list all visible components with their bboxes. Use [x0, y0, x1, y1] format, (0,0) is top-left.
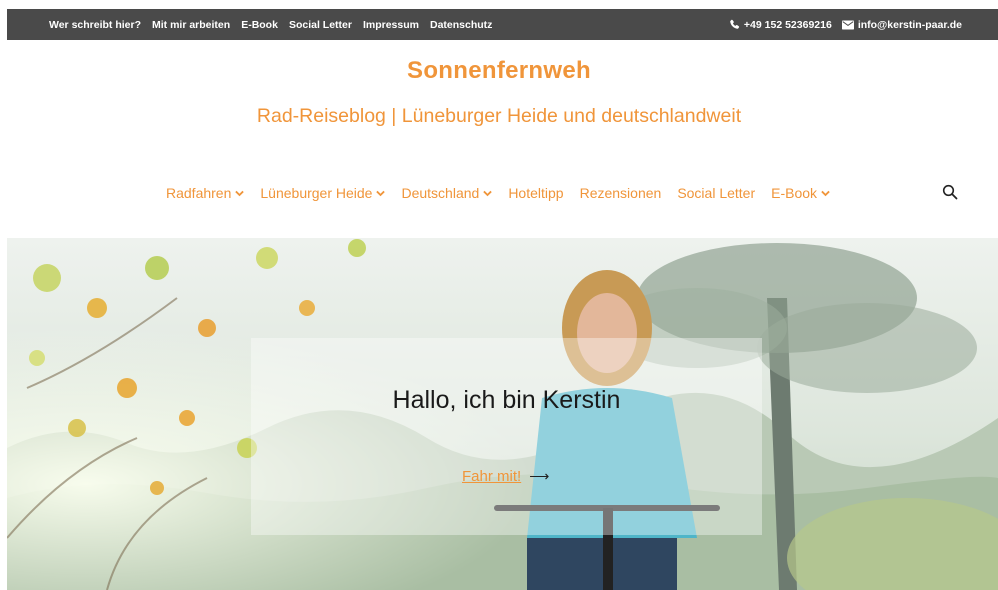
- envelope-icon: [841, 20, 854, 29]
- hero-cta: Fahr mit! ⟶: [462, 468, 549, 485]
- chevron-down-icon: [483, 190, 493, 196]
- top-bar: Wer schreibt hier? Mit mir arbeiten E-Bo…: [7, 9, 998, 40]
- arrow-right-icon: ⟶: [529, 468, 550, 484]
- hero-overlay-card: [251, 338, 762, 535]
- nav-label: Social Letter: [677, 185, 756, 201]
- phone-number: +49 152 52369216: [743, 18, 832, 31]
- chevron-down-icon: [821, 190, 830, 196]
- hero-title: Hallo, ich bin Kerstin: [392, 386, 621, 414]
- nav-label: Deutschland: [401, 185, 480, 201]
- nav-item-radfahren[interactable]: Radfahren: [166, 185, 245, 201]
- top-link-privacy[interactable]: Datenschutz: [430, 19, 492, 31]
- nav-label: Radfahren: [166, 185, 232, 201]
- nav-label: E-Book: [771, 185, 818, 201]
- chevron-down-icon: [235, 190, 245, 196]
- hero-section: Hallo, ich bin Kerstin Fahr mit! ⟶: [7, 238, 998, 590]
- phone-icon: [730, 19, 740, 29]
- top-link-ebook[interactable]: E-Book: [241, 19, 278, 31]
- nav-item-lueneburger-heide[interactable]: Lüneburger Heide: [260, 185, 386, 201]
- chevron-down-icon: [376, 190, 386, 196]
- main-nav: Radfahren Lüneburger Heide Deutschland H…: [166, 184, 846, 202]
- top-link-imprint[interactable]: Impressum: [363, 19, 419, 31]
- search-icon[interactable]: [942, 184, 958, 200]
- email-address: info@kerstin-paar.de: [857, 18, 962, 31]
- top-link-social-letter[interactable]: Social Letter: [289, 19, 352, 31]
- contact-info: +49 152 52369216 info@kerstin-paar.de: [719, 9, 962, 40]
- top-link-work-with-me[interactable]: Mit mir arbeiten: [152, 19, 230, 31]
- hero-cta-link[interactable]: Fahr mit!: [462, 468, 521, 485]
- nav-label: Lüneburger Heide: [260, 185, 373, 201]
- nav-item-social-letter[interactable]: Social Letter: [677, 185, 755, 201]
- site-tagline: Rad-Reiseblog | Lüneburger Heide und deu…: [256, 105, 742, 127]
- phone-link[interactable]: +49 152 52369216: [729, 19, 832, 31]
- nav-item-ebook[interactable]: E-Book: [771, 185, 830, 201]
- nav-item-hoteltipp[interactable]: Hoteltipp: [508, 185, 563, 201]
- nav-label: Rezensionen: [579, 185, 662, 201]
- site-title[interactable]: Sonnenfernweh: [0, 57, 998, 85]
- nav-item-rezensionen[interactable]: Rezensionen: [580, 185, 662, 201]
- email-link[interactable]: info@kerstin-paar.de: [841, 18, 962, 31]
- top-link-about[interactable]: Wer schreibt hier?: [49, 19, 141, 31]
- nav-label: Hoteltipp: [508, 185, 564, 201]
- top-links: Wer schreibt hier? Mit mir arbeiten E-Bo…: [49, 9, 503, 40]
- nav-item-deutschland[interactable]: Deutschland: [401, 185, 493, 201]
